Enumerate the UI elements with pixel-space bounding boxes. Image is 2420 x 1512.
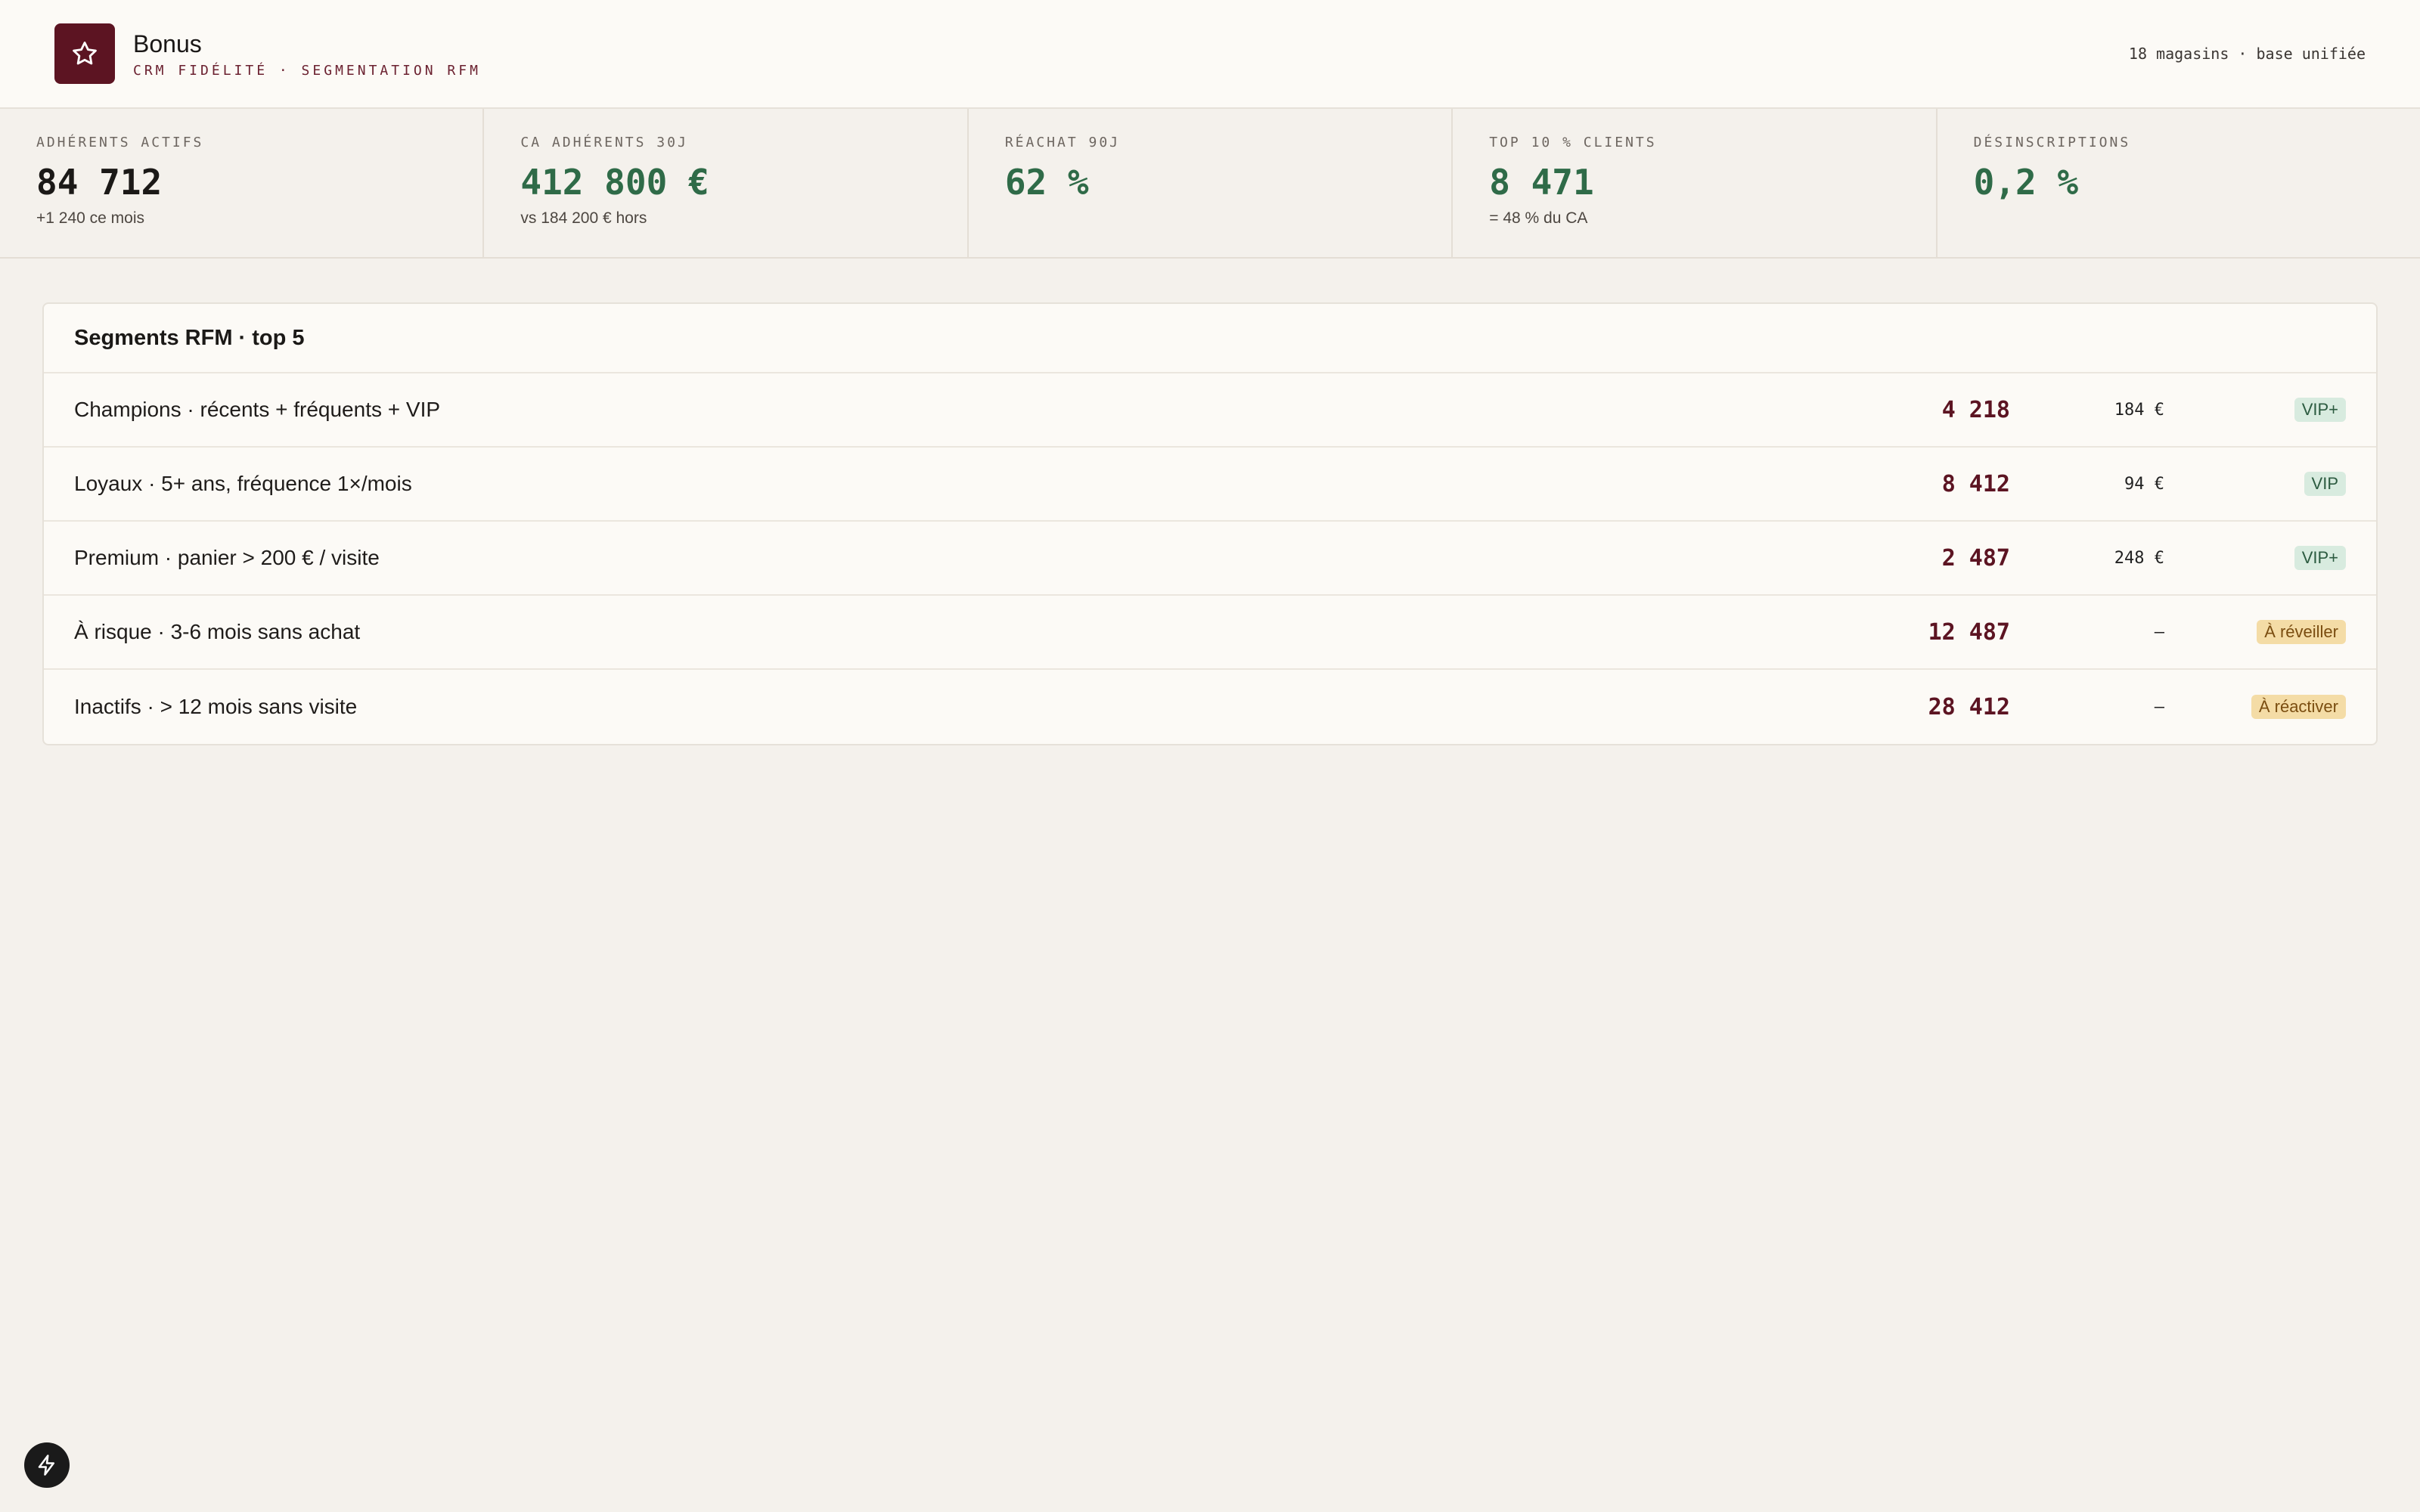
header-meta: 18 magasins · base unifiée bbox=[2128, 45, 2366, 63]
kpi-note: vs 184 200 € hors bbox=[520, 209, 647, 227]
brand-name: Bonus bbox=[133, 29, 202, 57]
segment-count: 8 412 bbox=[1941, 470, 2010, 497]
segment-count: 2 487 bbox=[1941, 544, 2010, 572]
segment-tag: À réactiver bbox=[2251, 695, 2346, 719]
segment-avg-basket: 184 € bbox=[2114, 400, 2164, 420]
kpi-unsubscribes: DÉSINSCRIPTIONS 0,2 % bbox=[1938, 109, 2420, 257]
kpi-label: TOP 10 % CLIENTS bbox=[1489, 135, 1657, 150]
kpi-value: 0,2 % bbox=[1973, 162, 2079, 203]
kpi-note: +1 240 ce mois bbox=[36, 209, 145, 227]
brand-block: Bonus CRM FIDÉLITÉ · SEGMENTATION RFM bbox=[133, 29, 481, 79]
brand-logo bbox=[54, 23, 115, 84]
kpi-strip: ADHÉRENTS ACTIFS 84 712 +1 240 ce mois C… bbox=[0, 109, 2420, 259]
segment-tag: VIP bbox=[2304, 472, 2346, 496]
star-icon bbox=[73, 42, 97, 65]
segments-title: Segments RFM · top 5 bbox=[44, 304, 2376, 373]
segment-tag-cell: VIP bbox=[2164, 472, 2346, 496]
kpi-value: 84 712 bbox=[36, 162, 163, 203]
segment-label: Inactifs · > 12 mois sans visite bbox=[74, 695, 358, 718]
segment-tag: VIP+ bbox=[2294, 546, 2346, 570]
segment-row[interactable]: Champions · récents + fréquents + VIP 4 … bbox=[44, 373, 2376, 448]
segment-row[interactable]: Loyaux · 5+ ans, fréquence 1×/mois 8 412… bbox=[44, 448, 2376, 522]
segment-tag-cell: VIP+ bbox=[2164, 546, 2346, 570]
segment-row[interactable]: À risque · 3-6 mois sans achat 12 487 – … bbox=[44, 596, 2376, 670]
kpi-label: RÉACHAT 90J bbox=[1004, 135, 1121, 150]
kpi-label: DÉSINSCRIPTIONS bbox=[1973, 135, 2131, 150]
segment-label: Premium · panier > 200 € / visite bbox=[74, 546, 380, 569]
kpi-repurchase: RÉACHAT 90J 62 % bbox=[969, 109, 1454, 257]
segment-tag-cell: À réactiver bbox=[2164, 695, 2346, 719]
segment-label: Champions · récents + fréquents + VIP bbox=[74, 398, 441, 421]
lightning-icon bbox=[38, 1455, 54, 1476]
kpi-active-members: ADHÉRENTS ACTIFS 84 712 +1 240 ce mois bbox=[0, 109, 485, 257]
segment-tag-cell: VIP+ bbox=[2164, 398, 2346, 422]
kpi-member-revenue: CA ADHÉRENTS 30J 412 800 € vs 184 200 € … bbox=[484, 109, 969, 257]
quick-action-button[interactable] bbox=[24, 1442, 70, 1488]
segment-label: À risque · 3-6 mois sans achat bbox=[74, 620, 361, 643]
segment-avg-basket: – bbox=[2154, 697, 2164, 717]
segment-count: 28 412 bbox=[1928, 693, 2010, 720]
kpi-value: 62 % bbox=[1004, 162, 1089, 203]
segment-row[interactable]: Inactifs · > 12 mois sans visite 28 412 … bbox=[44, 670, 2376, 744]
kpi-note: = 48 % du CA bbox=[1489, 209, 1588, 227]
kpi-top-clients: TOP 10 % CLIENTS 8 471 = 48 % du CA bbox=[1453, 109, 1938, 257]
segment-count: 12 487 bbox=[1928, 618, 2010, 646]
kpi-value: 412 800 € bbox=[520, 162, 709, 203]
app-header: Bonus CRM FIDÉLITÉ · SEGMENTATION RFM 18… bbox=[0, 0, 2420, 109]
segment-row[interactable]: Premium · panier > 200 € / visite 2 487 … bbox=[44, 522, 2376, 596]
segment-avg-basket: 94 € bbox=[2124, 474, 2164, 494]
kpi-label: CA ADHÉRENTS 30J bbox=[520, 135, 688, 150]
segment-label: Loyaux · 5+ ans, fréquence 1×/mois bbox=[74, 472, 412, 495]
brand-subtitle: CRM FIDÉLITÉ · SEGMENTATION RFM bbox=[133, 62, 481, 79]
segment-tag: VIP+ bbox=[2294, 398, 2346, 422]
segment-count: 4 218 bbox=[1941, 396, 2010, 423]
segment-tag: À réveiller bbox=[2257, 620, 2346, 644]
segment-avg-basket: 248 € bbox=[2114, 548, 2164, 568]
kpi-value: 8 471 bbox=[1489, 162, 1594, 203]
segments-card: Segments RFM · top 5 Champions · récents… bbox=[42, 302, 2378, 745]
kpi-label: ADHÉRENTS ACTIFS bbox=[36, 135, 204, 150]
segment-tag-cell: À réveiller bbox=[2164, 620, 2346, 644]
segment-avg-basket: – bbox=[2154, 622, 2164, 642]
